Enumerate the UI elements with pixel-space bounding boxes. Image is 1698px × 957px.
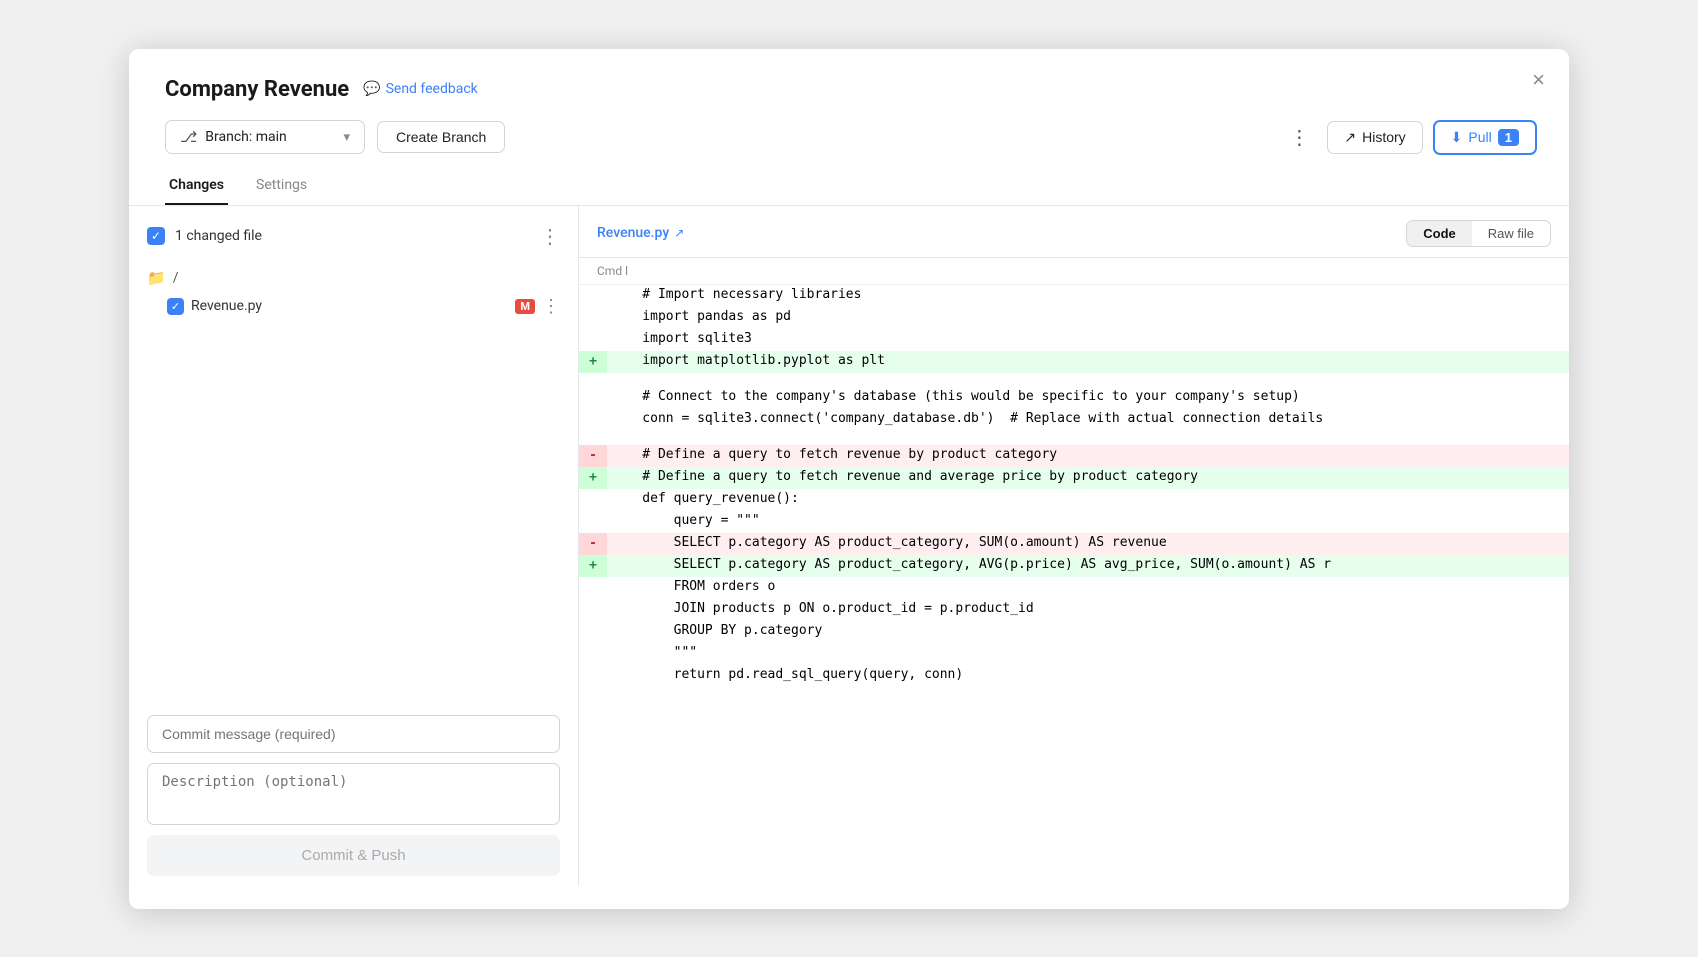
toolbar: ⎇ Branch: main ▾ Create Branch ⋮ ↗ Histo… xyxy=(129,102,1569,155)
code-panel-header: Revenue.py ↗ Code Raw file xyxy=(579,206,1569,258)
commit-message-input[interactable] xyxy=(147,715,560,753)
code-line: FROM orders o xyxy=(579,577,1569,599)
tabs-bar: Changes Settings xyxy=(129,155,1569,206)
create-branch-button[interactable]: Create Branch xyxy=(377,121,505,153)
history-icon: ↗ xyxy=(1344,129,1356,146)
all-files-checkbox[interactable]: ✓ xyxy=(147,227,165,245)
folder-icon: 📁 xyxy=(147,269,166,287)
close-button[interactable]: × xyxy=(1532,69,1545,91)
changed-files-more-button[interactable]: ⋮ xyxy=(540,224,560,249)
history-button[interactable]: ↗ History xyxy=(1327,121,1422,154)
code-line: import pandas as pd xyxy=(579,307,1569,329)
code-view-button[interactable]: Code xyxy=(1407,221,1472,246)
code-line: return pd.read_sql_query(query, conn) xyxy=(579,665,1569,687)
code-line: JOIN products p ON o.product_id = p.prod… xyxy=(579,599,1569,621)
file-link[interactable]: Revenue.py ↗ xyxy=(597,225,684,241)
code-line: + # Define a query to fetch revenue and … xyxy=(579,467,1569,489)
modal: Company Revenue 💬 Send feedback × ⎇ Bran… xyxy=(129,49,1569,909)
pull-button[interactable]: ⬇ Pull 1 xyxy=(1433,120,1537,155)
tab-settings[interactable]: Settings xyxy=(252,169,311,205)
description-input[interactable] xyxy=(147,763,560,825)
toolbar-right: ⋮ ↗ History ⬇ Pull 1 xyxy=(1281,120,1537,155)
pull-count-badge: 1 xyxy=(1498,129,1519,146)
chevron-down-icon: ▾ xyxy=(343,130,350,145)
file-tree: 📁 / ✓ Revenue.py M ⋮ xyxy=(129,259,578,328)
branch-icon: ⎇ xyxy=(180,128,197,146)
file-checkbox[interactable]: ✓ xyxy=(167,298,184,315)
file-row[interactable]: ✓ Revenue.py M ⋮ xyxy=(147,291,560,322)
folder-name: / xyxy=(173,270,179,286)
changed-files-label: 1 changed file xyxy=(175,228,530,244)
code-line: + import matplotlib.pyplot as plt xyxy=(579,351,1569,373)
feedback-icon: 💬 xyxy=(363,81,380,97)
tab-changes[interactable]: Changes xyxy=(165,169,228,205)
file-modified-badge: M xyxy=(515,299,535,314)
code-line: GROUP BY p.category xyxy=(579,621,1569,643)
code-line: import sqlite3 xyxy=(579,329,1569,351)
modal-title: Company Revenue xyxy=(165,77,349,102)
file-more-button[interactable]: ⋮ xyxy=(542,296,560,317)
code-line: query = """ xyxy=(579,511,1569,533)
external-link-icon: ↗ xyxy=(674,226,684,240)
more-options-button[interactable]: ⋮ xyxy=(1281,121,1317,154)
view-toggle: Code Raw file xyxy=(1406,220,1551,247)
send-feedback-link[interactable]: 💬 Send feedback xyxy=(363,81,478,97)
changed-files-header: ✓ 1 changed file ⋮ xyxy=(129,224,578,259)
main-area: ✓ 1 changed file ⋮ 📁 / ✓ Revenue.py M ⋮ xyxy=(129,206,1569,886)
raw-file-button[interactable]: Raw file xyxy=(1472,221,1550,246)
code-content: # Import necessary libraries import pand… xyxy=(579,285,1569,886)
code-panel: Revenue.py ↗ Code Raw file Cmd l # Impor… xyxy=(579,206,1569,886)
code-line: # Import necessary libraries xyxy=(579,285,1569,307)
folder-row: 📁 / xyxy=(147,265,560,291)
file-name-label: Revenue.py xyxy=(191,298,508,314)
commit-push-button[interactable]: Commit & Push xyxy=(147,835,560,876)
cmd-bar: Cmd l xyxy=(579,258,1569,285)
code-line: """ xyxy=(579,643,1569,665)
pull-icon: ⬇ xyxy=(1451,129,1463,146)
modal-header: Company Revenue 💬 Send feedback xyxy=(129,49,1569,102)
code-line: # Connect to the company's database (thi… xyxy=(579,387,1569,409)
code-line: - # Define a query to fetch revenue by p… xyxy=(579,445,1569,467)
branch-select[interactable]: ⎇ Branch: main ▾ xyxy=(165,120,365,154)
branch-label: Branch: main xyxy=(205,129,335,145)
code-line: conn = sqlite3.connect('company_database… xyxy=(579,409,1569,431)
code-line: + SELECT p.category AS product_category,… xyxy=(579,555,1569,577)
code-line: - SELECT p.category AS product_category,… xyxy=(579,533,1569,555)
code-line: def query_revenue(): xyxy=(579,489,1569,511)
sidebar: ✓ 1 changed file ⋮ 📁 / ✓ Revenue.py M ⋮ xyxy=(129,206,579,886)
sidebar-bottom: Commit & Push xyxy=(129,697,578,886)
